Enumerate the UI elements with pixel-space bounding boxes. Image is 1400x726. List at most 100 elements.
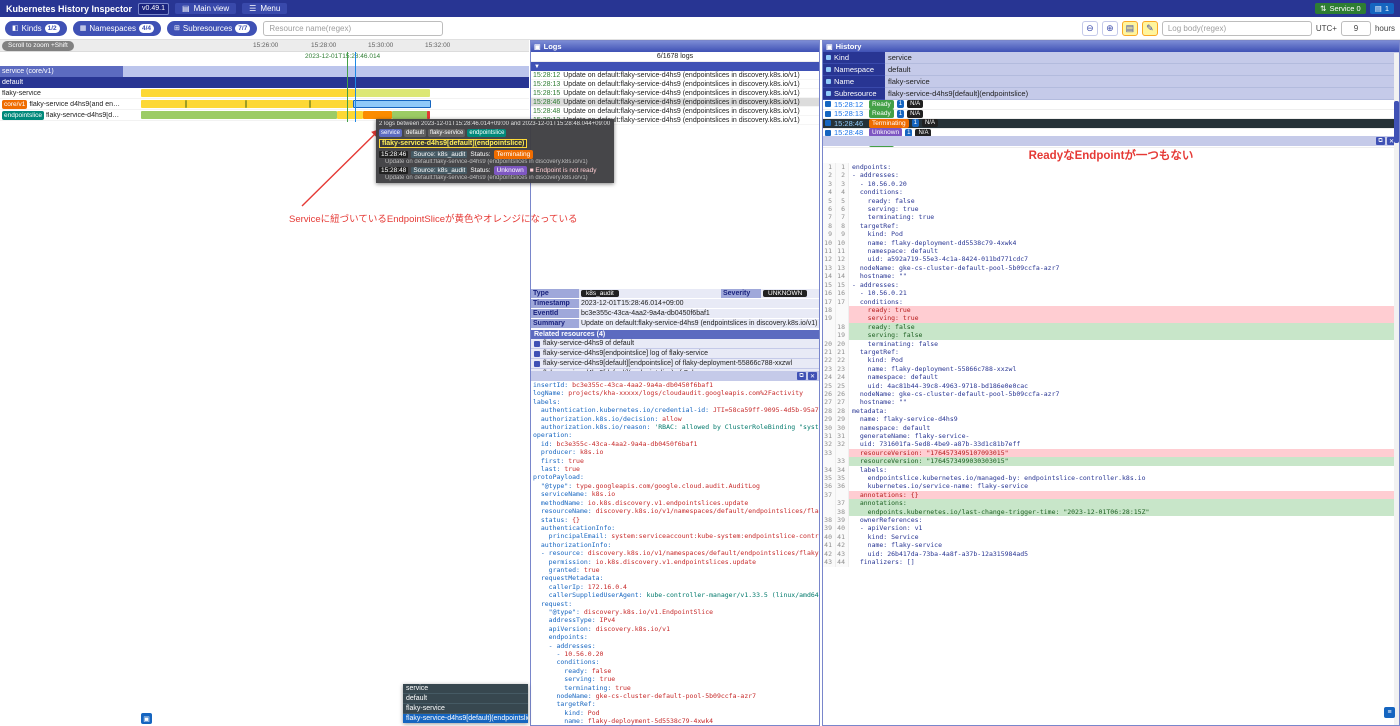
- log-entry[interactable]: 15:28:15 Update on default:flaky-service-…: [531, 89, 819, 98]
- timeline-segment[interactable]: [355, 89, 430, 97]
- log-entry[interactable]: 15:28:48 Update on default:flaky-service-…: [531, 107, 819, 116]
- timeline-track[interactable]: [123, 77, 529, 88]
- log-body-filter-input[interactable]: [1161, 20, 1312, 36]
- revision-row[interactable]: 15:28:12 Ready 1 N/A: [823, 99, 1399, 110]
- timeline-track[interactable]: [123, 88, 529, 98]
- timeline-track[interactable]: [123, 66, 529, 77]
- kinds-icon: ◧: [12, 25, 19, 32]
- diff-line: 26 26 nodeName: gke-cs-cluster-default-po…: [823, 389, 1399, 399]
- edit-view-toggle[interactable]: ✎: [1141, 20, 1158, 36]
- filter-toolbar: ◧ Kinds 1/2 ▦ Namespaces 4/4 ⊞ Subresources 7/…: [0, 17, 1400, 40]
- timeline-row[interactable]: flaky-service: [0, 88, 529, 99]
- toolbar-right-group: ⊖ ⊕ ▤ ✎ UTC+ hours: [1081, 20, 1395, 36]
- diff-body[interactable]: 1 1 endpoints: 2 2- addresses: 3 3 - 10.56.0.2…: [823, 163, 1399, 567]
- window-icon: ▣: [534, 43, 541, 51]
- diff-lineno-new: [836, 314, 849, 323]
- zoom-out-button[interactable]: ⊖: [1081, 20, 1098, 36]
- timeline-segment[interactable]: [309, 100, 311, 108]
- diff-lineno-old: 30: [823, 423, 836, 432]
- timeline-segment[interactable]: [392, 111, 430, 119]
- close-button[interactable]: ✕: [808, 372, 817, 380]
- related-resource[interactable]: flaky-service-d4hs9[default][endpointsli…: [531, 359, 819, 369]
- diff-lineno-old: 43: [823, 558, 836, 567]
- code-line: first: true: [533, 457, 819, 465]
- time-marker-line[interactable]: [347, 52, 348, 122]
- timeline-fab-button[interactable]: ▣: [141, 713, 152, 724]
- diff-lineno-new: 31: [836, 432, 849, 441]
- main-view-button[interactable]: ▤ Main view: [175, 3, 237, 14]
- history-scrollbar-thumb[interactable]: [1394, 101, 1399, 143]
- revision-time[interactable]: 15:28:46: [834, 119, 866, 128]
- timeline-segment[interactable]: [353, 100, 431, 108]
- logs-filter-bar[interactable]: ▼: [531, 62, 819, 71]
- grid-icon: ▤: [1374, 4, 1382, 13]
- timeline-segment[interactable]: [427, 111, 430, 119]
- revision-time[interactable]: 15:28:12: [834, 100, 866, 109]
- diff-text: ready: false: [852, 196, 915, 205]
- time-marker-line[interactable]: [355, 52, 356, 122]
- namespaces-count-badge: 4/4: [139, 23, 155, 33]
- diff-lineno-new: 19: [836, 331, 849, 340]
- code-value: type.googleapis.com/google.cloud.audit.A…: [576, 481, 760, 490]
- timeline-segment[interactable]: [363, 111, 392, 119]
- timeline-segment[interactable]: [337, 111, 363, 119]
- log-list: 15:28:12 Update on default:flaky-service-…: [531, 71, 819, 125]
- log-body[interactable]: insertId: bc3e355c-43ca-4aa2-9a4a-db0450…: [531, 381, 819, 725]
- history-fab-button[interactable]: ≡: [1384, 707, 1395, 718]
- timeline-segment[interactable]: [141, 111, 337, 119]
- diff-lineno-new: 8: [836, 221, 849, 231]
- diff-lineno-old: 10: [823, 238, 836, 248]
- notification-badge[interactable]: ▤ 1: [1369, 3, 1394, 14]
- timeline-segment[interactable]: [141, 100, 353, 108]
- log-entry[interactable]: 15:28:13 Update on default:flaky-service-…: [531, 80, 819, 89]
- revision-row[interactable]: 15:28:13 Ready 1 N/A: [823, 109, 1399, 119]
- timeline-ruler[interactable]: 15:26:00 15:28:00 15:30:00 15:32:00: [0, 40, 529, 52]
- timeline-row[interactable]: default: [0, 77, 529, 88]
- diff-line: 29 29 name: flaky-service-d4hs9: [823, 415, 1399, 424]
- timeline-segment[interactable]: [245, 100, 247, 108]
- history-titlebar[interactable]: ▣ History: [823, 41, 1399, 52]
- timeline-row[interactable]: service (core/v1): [0, 66, 529, 77]
- log-text: Update on default:flaky-service-d4hs9 (e…: [563, 107, 800, 115]
- diff-popout-button[interactable]: ⧉: [1376, 137, 1385, 145]
- diff-lineno-old: 22: [823, 356, 836, 365]
- diff-lineno-new: [836, 305, 849, 315]
- timeline-segment[interactable]: [185, 100, 187, 108]
- resource-name-input[interactable]: [263, 20, 444, 36]
- code-value: k8s.io: [579, 448, 604, 457]
- timeline-row[interactable]: core/v1flaky-service d4hs9(and endpoints…: [0, 99, 529, 110]
- timeline-track[interactable]: [123, 99, 529, 109]
- link-icon: [534, 350, 540, 357]
- timeline-segment[interactable]: [141, 89, 355, 97]
- diff-lineno-new: 10: [836, 238, 849, 248]
- related-resource[interactable]: flaky-service-d4hs9[endpointslice] log o…: [531, 349, 819, 359]
- log-entry[interactable]: 15:28:46 Update on default:flaky-service-…: [531, 98, 819, 107]
- revision-time[interactable]: 15:28:13: [834, 109, 866, 118]
- diff-lineno-old: 3: [823, 179, 836, 189]
- diff-lineno-old: 42: [823, 549, 836, 559]
- field-icon: [826, 67, 831, 72]
- diff-lineno-old: 41: [823, 541, 836, 550]
- related-resource-label: flaky-service-d4hs9 of default: [543, 340, 635, 347]
- timeline-row-name: service (core/v1): [2, 68, 54, 75]
- diff-text: namespace: default: [852, 373, 939, 382]
- popout-button[interactable]: ⧉: [797, 372, 806, 380]
- kinds-filter-chip[interactable]: ◧ Kinds 1/2: [5, 20, 67, 36]
- log-entry[interactable]: 15:28:12 Update on default:flaky-service-…: [531, 71, 819, 80]
- code-line: name: flaky-deployment-5d5538c79-4xwk4: [533, 717, 819, 725]
- tooltip-event: 15:28:48 Source: k8s_audit Status: Unknown ■…: [379, 166, 611, 175]
- menu-button[interactable]: ☰ Menu: [242, 3, 288, 14]
- diff-line: 22- addresses:: [823, 171, 1399, 180]
- zoom-in-button[interactable]: ⊕: [1101, 20, 1118, 36]
- related-resource[interactable]: flaky-service-d4hs9 of default: [531, 339, 819, 349]
- log-view-toggle[interactable]: ▤: [1121, 20, 1138, 36]
- subresources-filter-chip[interactable]: ⊞ Subresources 7/7: [167, 20, 258, 36]
- service-status-badge[interactable]: ⇅ Service 0: [1315, 3, 1366, 14]
- revision-row[interactable]: 15:28:46 Terminating 1 N/A: [823, 118, 1399, 129]
- utc-offset-input[interactable]: [1340, 20, 1371, 36]
- namespaces-filter-chip[interactable]: ▦ Namespaces 4/4: [72, 20, 162, 36]
- diff-lineno-new: 1: [836, 163, 849, 172]
- logs-titlebar[interactable]: ▣ Logs: [531, 41, 819, 52]
- history-field-value: service: [885, 52, 1399, 64]
- code-key: targetRef:: [533, 700, 596, 709]
